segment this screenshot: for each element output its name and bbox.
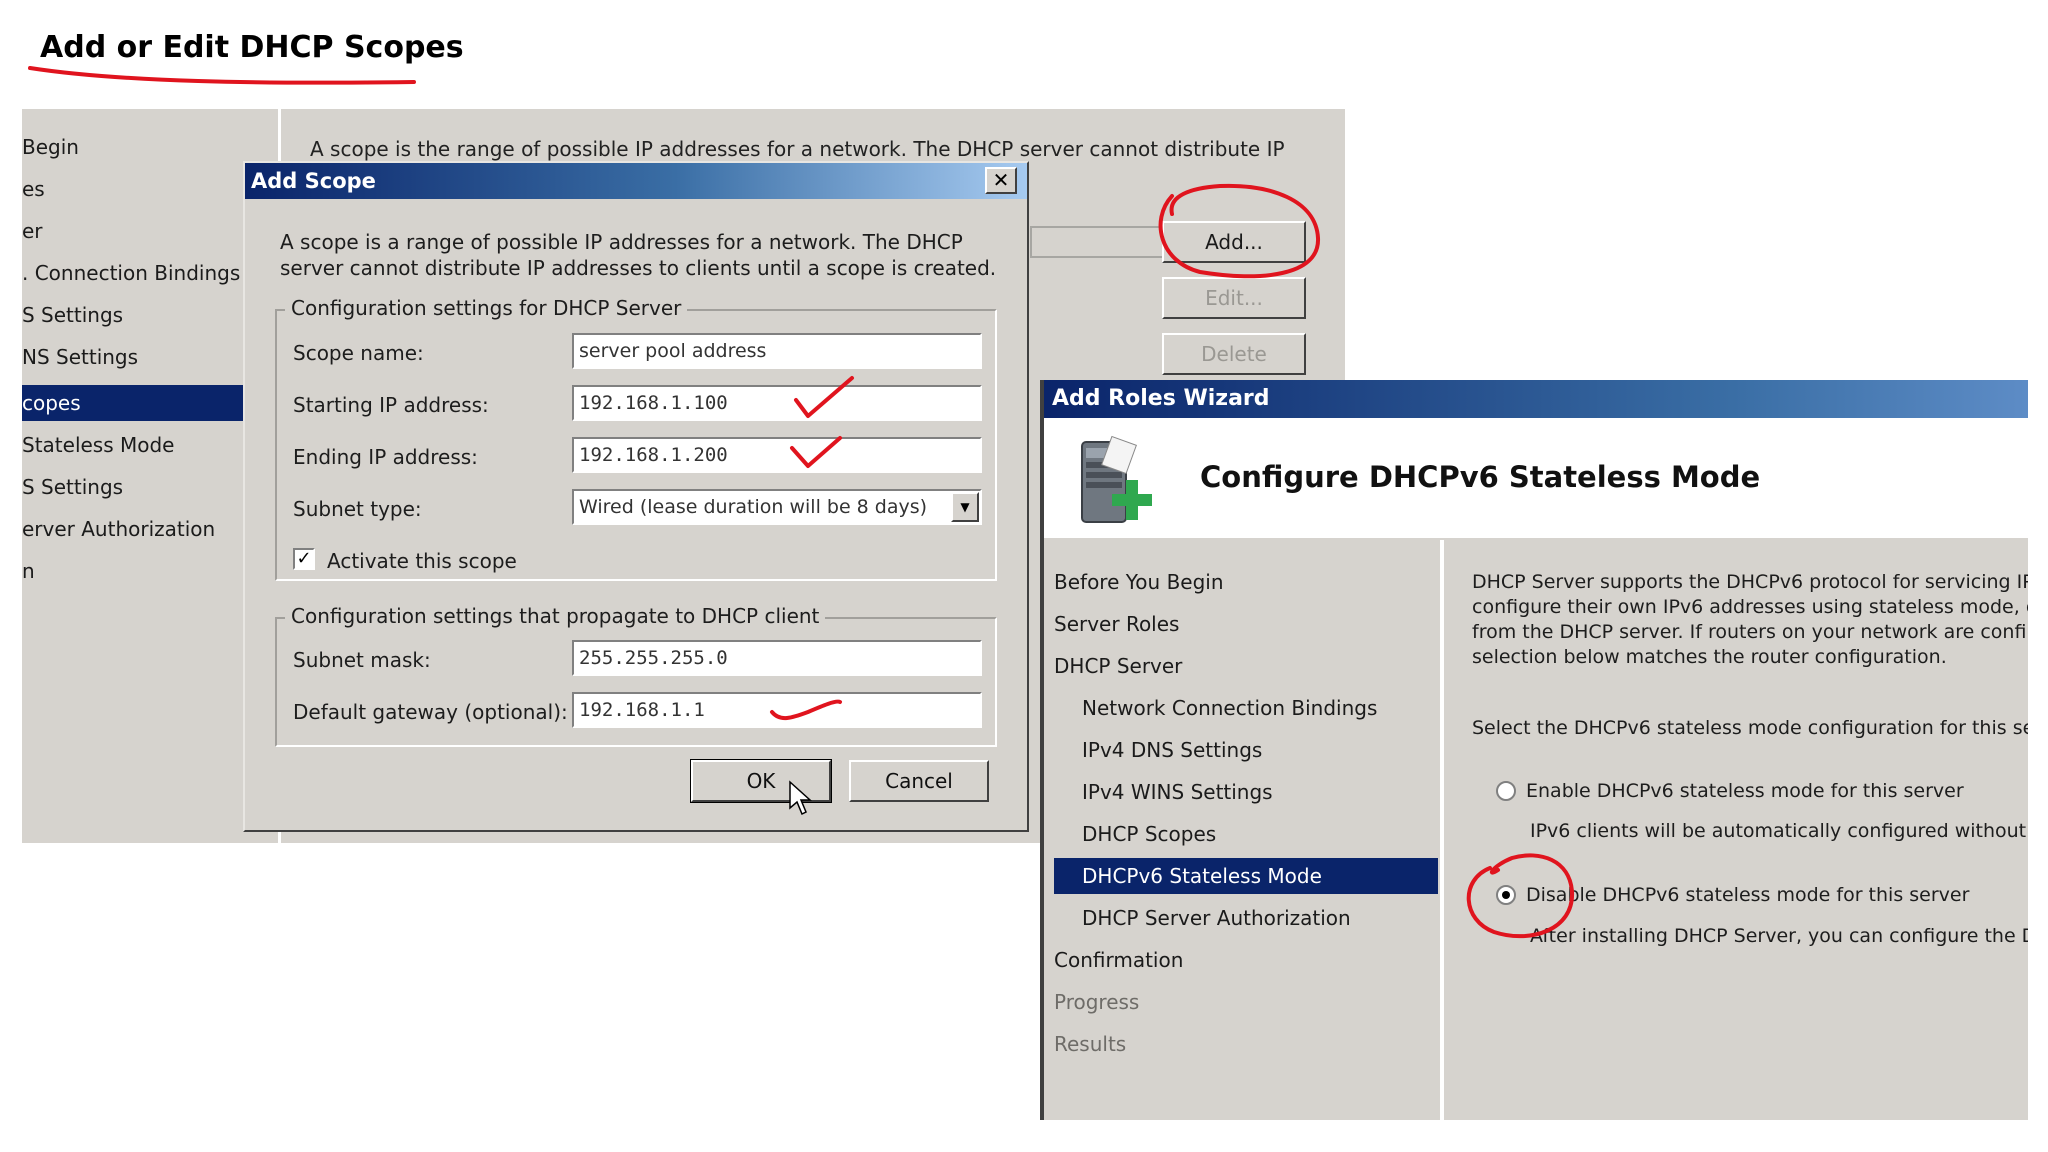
close-icon[interactable]: ✕ (985, 167, 1017, 194)
wizard-intro: DHCP Server supports the DHCPv6 protocol… (1472, 570, 2028, 670)
dialog-intro: A scope is a range of possible IP addres… (280, 230, 997, 280)
bg-nav-item[interactable]: NS Settings (22, 339, 258, 375)
server-role-icon (1081, 435, 1152, 523)
scope-list-header (1030, 226, 1184, 258)
wizard-nav-item[interactable]: DHCP Server (1054, 648, 1438, 684)
background-description: A scope is the range of possible IP addr… (310, 137, 1285, 161)
wizard-intro-line: from the DHCP server. If routers on your… (1472, 621, 2027, 643)
disable-stateless-radio[interactable] (1496, 885, 1516, 905)
wizard-nav: Before You Begin Server Roles DHCP Serve… (1054, 540, 1480, 1120)
end-ip-field[interactable]: 192.168.1.200 (572, 437, 982, 473)
add-roles-wizard-window: Add Roles Wizard Configure DHCPv6 Statel… (1040, 380, 2028, 1120)
subnet-mask-field[interactable]: 255.255.255.0 (572, 640, 982, 676)
wizard-nav-item[interactable]: IPv4 WINS Settings (1054, 774, 1438, 810)
add-button[interactable]: Add... (1162, 221, 1306, 263)
scope-name-field[interactable]: server pool address (572, 333, 982, 369)
heading-underline (28, 66, 416, 85)
subnet-type-value: Wired (lease duration will be 8 days) (579, 496, 928, 518)
wizard-nav-item[interactable]: Network Connection Bindings (1054, 690, 1438, 726)
wizard-nav-item[interactable]: Before You Begin (1054, 564, 1438, 600)
wizard-title: Add Roles Wizard (1044, 380, 2028, 418)
bg-nav-item[interactable]: es (22, 171, 258, 207)
enable-stateless-note: IPv6 clients will be automatically confi… (1530, 820, 2028, 842)
dialog-title: Add Scope (245, 163, 1027, 199)
enable-stateless-label[interactable]: Enable DHCPv6 stateless mode for this se… (1526, 780, 1964, 802)
start-ip-label: Starting IP address: (293, 393, 489, 417)
wizard-intro-line: configure their own IPv6 addresses using… (1472, 596, 2028, 618)
start-ip-field[interactable]: 192.168.1.100 (572, 385, 982, 421)
subnet-type-select[interactable]: Wired (lease duration will be 8 days) ▼ (572, 489, 982, 525)
bg-nav-item-selected[interactable]: copes (22, 385, 258, 421)
bg-nav-item[interactable]: Begin (22, 129, 258, 165)
wizard-intro-line: DHCP Server supports the DHCPv6 protocol… (1472, 571, 2028, 593)
wizard-nav-item-disabled: Results (1054, 1032, 1127, 1056)
bg-nav-item[interactable]: Stateless Mode (22, 427, 258, 463)
disable-stateless-label[interactable]: Disable DHCPv6 stateless mode for this s… (1526, 884, 1969, 906)
subnet-type-label: Subnet type: (293, 497, 422, 521)
bg-nav-item[interactable]: S Settings (22, 469, 258, 505)
wizard-heading: Configure DHCPv6 Stateless Mode (1200, 460, 1761, 494)
bg-nav-item[interactable]: n (22, 553, 258, 589)
wizard-nav-item-disabled: Progress (1054, 990, 1140, 1014)
wizard-nav-item[interactable]: DHCP Server Authorization (1054, 900, 1438, 936)
page-heading: Add or Edit DHCP Scopes (40, 30, 464, 65)
enable-stateless-radio[interactable] (1496, 781, 1516, 801)
cancel-button[interactable]: Cancel (849, 760, 989, 802)
edit-button[interactable]: Edit... (1162, 277, 1306, 319)
activate-scope-label: Activate this scope (327, 549, 517, 573)
disable-stateless-note: After installing DHCP Server, you can co… (1530, 925, 2028, 947)
add-scope-dialog: Add Scope ✕ A scope is a range of possib… (243, 161, 1029, 832)
server-settings-title: Configuration settings for DHCP Server (285, 296, 688, 320)
gateway-label: Default gateway (optional): (293, 700, 568, 724)
checkmark-icon: ✓ (296, 548, 312, 569)
delete-button[interactable]: Delete (1162, 333, 1306, 375)
bg-nav-item[interactable]: erver Authorization (22, 511, 258, 547)
bg-nav-item[interactable]: S Settings (22, 297, 258, 333)
subnet-mask-label: Subnet mask: (293, 648, 431, 672)
dropdown-arrow-icon[interactable]: ▼ (951, 492, 979, 522)
wizard-nav-item[interactable]: IPv4 DNS Settings (1054, 732, 1438, 768)
scope-name-label: Scope name: (293, 341, 424, 365)
wizard-nav-item[interactable]: DHCP Scopes (1054, 816, 1438, 852)
client-settings-title: Configuration settings that propagate to… (285, 604, 826, 628)
bg-nav-item[interactable]: er (22, 213, 258, 249)
wizard-prompt: Select the DHCPv6 stateless mode configu… (1472, 717, 2028, 739)
gateway-field[interactable]: 192.168.1.1 (572, 692, 982, 728)
end-ip-label: Ending IP address: (293, 445, 478, 469)
wizard-nav-item[interactable]: Confirmation (1054, 942, 1438, 978)
background-wizard-nav: Begin es er . Connection Bindings S Sett… (22, 109, 280, 843)
wizard-intro-line: selection below matches the router confi… (1472, 646, 1947, 668)
ok-button[interactable]: OK (690, 759, 832, 803)
activate-scope-checkbox[interactable]: ✓ (293, 548, 315, 570)
bg-nav-item[interactable]: . Connection Bindings (22, 255, 258, 291)
wizard-nav-item-selected[interactable]: DHCPv6 Stateless Mode (1054, 858, 1438, 894)
wizard-nav-item[interactable]: Server Roles (1054, 606, 1438, 642)
